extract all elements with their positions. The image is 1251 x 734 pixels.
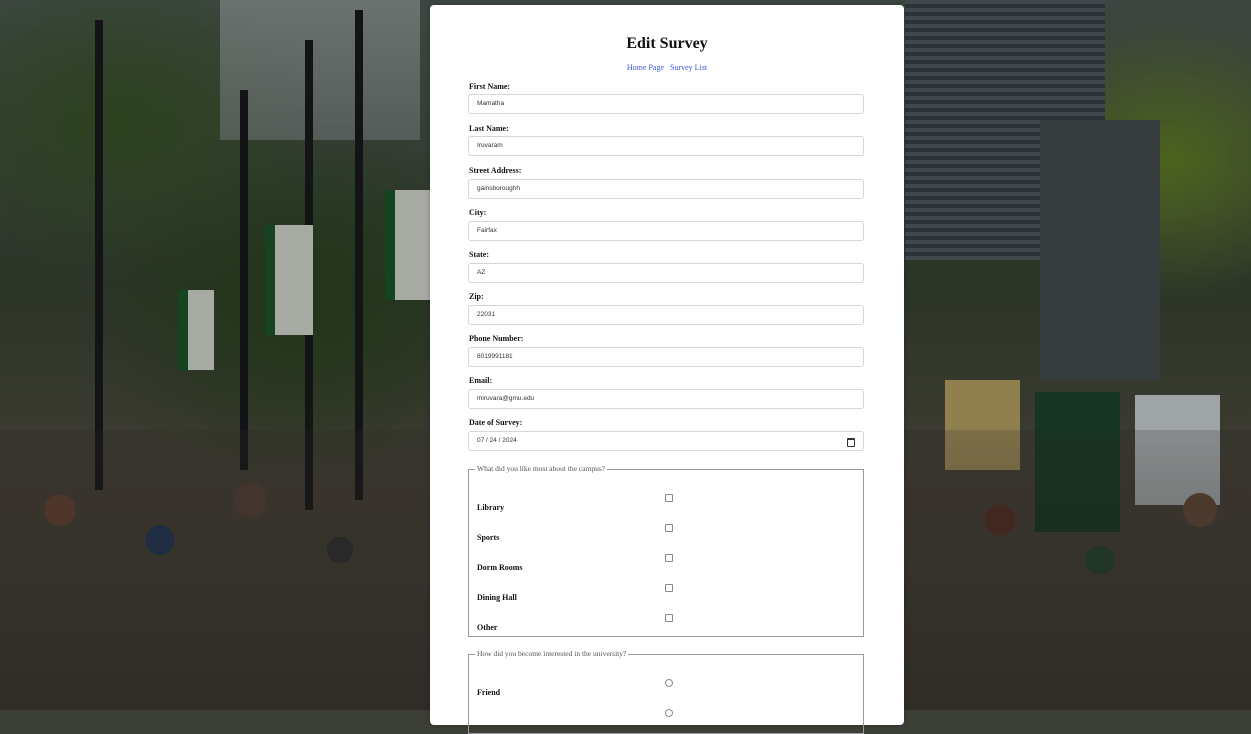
city-input[interactable]: Fairfax xyxy=(468,221,864,241)
friend-radio[interactable] xyxy=(665,679,673,687)
phone-number-input[interactable]: 8019991181 xyxy=(468,347,864,367)
liked-most-fieldset: What did you like most about the campus?… xyxy=(468,464,864,637)
interest-fieldset: How did you become interested in the uni… xyxy=(468,649,864,734)
sports-checkbox[interactable] xyxy=(665,524,673,532)
friend-label: Friend xyxy=(477,688,501,697)
zip-label: Zip: xyxy=(469,292,484,301)
state-input[interactable]: AZ xyxy=(468,263,864,283)
other-label: Other xyxy=(477,623,498,632)
last-name-input[interactable]: Iruvaram xyxy=(468,136,864,156)
library-checkbox[interactable] xyxy=(665,494,673,502)
zip-input[interactable]: 22031 xyxy=(468,305,864,325)
street-address-input[interactable]: gainsboroughh xyxy=(468,179,864,199)
dining-hall-label: Dining Hall xyxy=(477,593,517,602)
date-value: 07 / 24 / 2024 xyxy=(477,437,517,444)
survey-form-card: Edit Survey Home Page Survey List First … xyxy=(430,5,904,734)
phone-number-label: Phone Number: xyxy=(469,334,524,343)
page-title: Edit Survey xyxy=(626,35,708,52)
library-label: Library xyxy=(477,503,505,512)
home-page-link[interactable]: Home Page xyxy=(627,63,664,72)
sports-label: Sports xyxy=(477,533,500,542)
street-address-label: Street Address: xyxy=(469,166,522,175)
dining-hall-checkbox[interactable] xyxy=(665,584,673,592)
other-checkbox[interactable] xyxy=(665,614,673,622)
date-of-survey-label: Date of Survey: xyxy=(469,418,523,427)
dorm-rooms-label: Dorm Rooms xyxy=(477,563,523,572)
city-label: City: xyxy=(469,208,487,217)
next-option-radio[interactable] xyxy=(665,709,673,717)
email-input[interactable]: miruvara@gmu.edu xyxy=(468,389,864,409)
calendar-icon[interactable] xyxy=(847,438,855,447)
liked-most-legend: What did you like most about the campus? xyxy=(475,464,608,473)
interest-legend: How did you become interested in the uni… xyxy=(475,649,629,658)
state-label: State: xyxy=(469,250,489,259)
first-name-label: First Name: xyxy=(469,82,511,91)
last-name-label: Last Name: xyxy=(469,124,509,133)
survey-list-link[interactable]: Survey List xyxy=(670,63,707,72)
date-of-survey-input[interactable]: 07 / 24 / 2024 xyxy=(468,431,864,451)
first-name-input[interactable]: Mamatha xyxy=(468,94,864,114)
nav-links: Home Page Survey List xyxy=(430,63,904,72)
dorm-rooms-checkbox[interactable] xyxy=(665,554,673,562)
email-label: Email: xyxy=(469,376,493,385)
